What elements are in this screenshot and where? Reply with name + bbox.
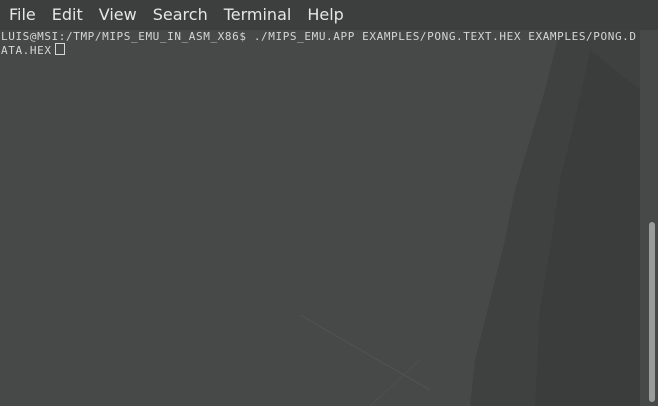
menu-search[interactable]: Search: [145, 0, 216, 30]
menu-view[interactable]: View: [91, 0, 145, 30]
background-tree-image: [299, 30, 640, 406]
terminal-output: luis@msi:/tmp/mips_emu_in_asm_x86$ ./mip…: [1, 30, 643, 57]
menu-help[interactable]: Help: [299, 0, 351, 30]
menu-edit[interactable]: Edit: [44, 0, 91, 30]
terminal-scrollbar[interactable]: [644, 30, 658, 406]
shell-prompt: luis@msi:/tmp/mips_emu_in_asm_x86$: [1, 30, 247, 43]
menu-bar: File Edit View Search Terminal Help: [0, 0, 658, 30]
scrollbar-thumb[interactable]: [649, 222, 655, 402]
menu-file[interactable]: File: [0, 0, 44, 30]
terminal-area[interactable]: luis@msi:/tmp/mips_emu_in_asm_x86$ ./mip…: [0, 30, 658, 406]
text-cursor: [54, 43, 65, 55]
menu-terminal[interactable]: Terminal: [216, 0, 300, 30]
